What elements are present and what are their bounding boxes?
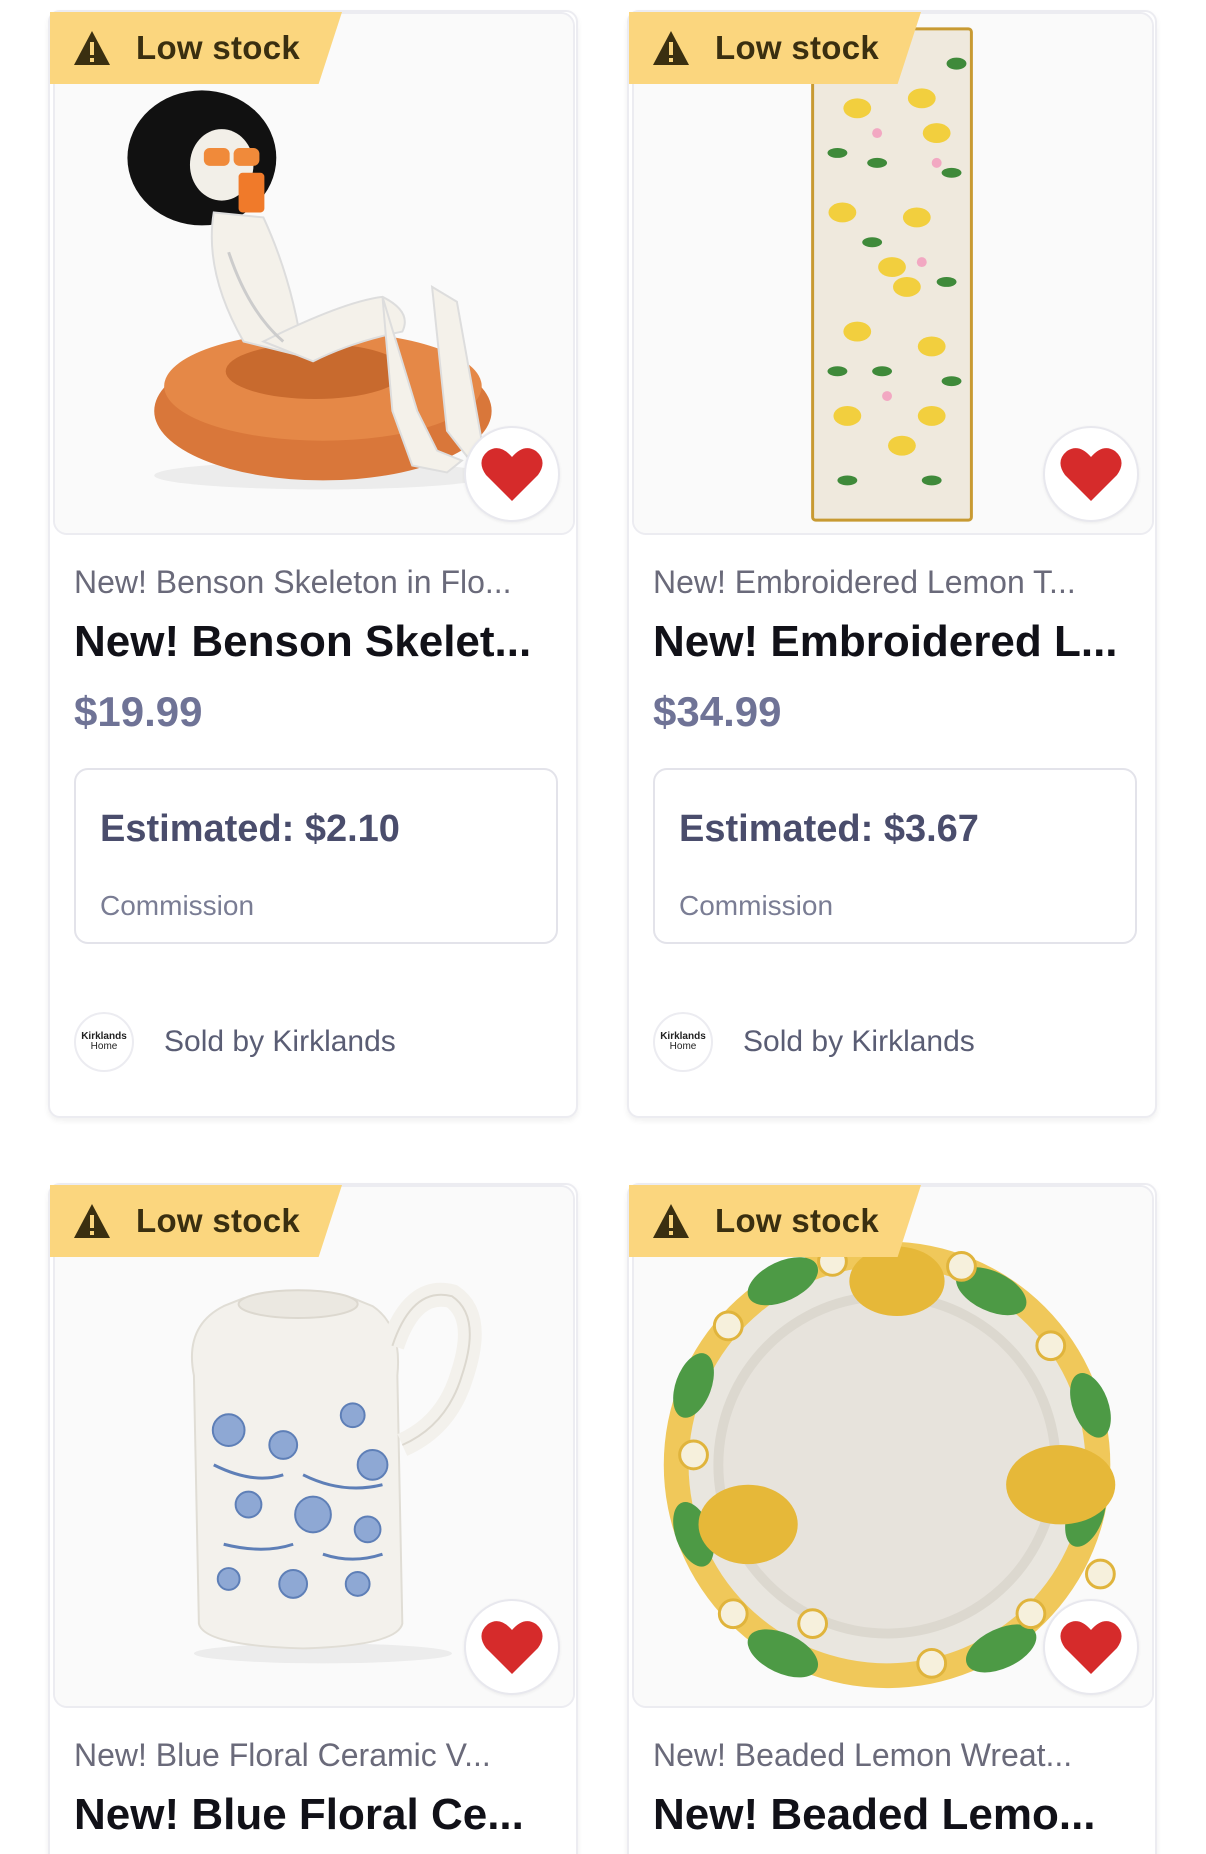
- low-stock-badge: Low stock: [50, 12, 342, 84]
- seller-name: Sold by Kirklands: [743, 1025, 975, 1058]
- warning-triangle-icon: [653, 1204, 689, 1238]
- warning-triangle-icon: [653, 31, 689, 65]
- low-stock-label: Low stock: [715, 1202, 880, 1239]
- seller-name: Sold by Kirklands: [164, 1025, 396, 1058]
- product-card[interactable]: Low stock New! Blue Floral Ceramic V... …: [48, 1183, 578, 1854]
- warning-triangle-icon: [74, 1204, 110, 1238]
- product-card[interactable]: Low stock New! Benson Skeleton in Flo...…: [48, 10, 578, 1118]
- heart-icon: [1060, 448, 1122, 501]
- favorite-button[interactable]: [464, 426, 560, 522]
- heart-icon: [481, 448, 543, 501]
- estimated-commission: Estimated: $2.10: [100, 808, 400, 850]
- low-stock-badge: Low stock: [50, 1185, 342, 1257]
- low-stock-label: Low stock: [136, 29, 301, 66]
- seller-row[interactable]: Kirklands Home Sold by Kirklands: [74, 1012, 396, 1072]
- heart-icon: [481, 1621, 543, 1674]
- commission-box: Estimated: $2.10 Commission: [74, 768, 558, 944]
- commission-label: Commission: [100, 890, 255, 921]
- seller-row[interactable]: Kirklands Home Sold by Kirklands: [653, 1012, 975, 1072]
- product-subtitle: New! Beaded Lemon Wreat...: [653, 1737, 1073, 1773]
- product-title[interactable]: New! Beaded Lemo...: [653, 1790, 1096, 1840]
- product-card[interactable]: Low stock New! Embroidered Lemon T... Ne…: [627, 10, 1157, 1118]
- warning-triangle-icon: [74, 31, 110, 65]
- favorite-button[interactable]: [1043, 1599, 1139, 1695]
- favorite-button[interactable]: [464, 1599, 560, 1695]
- low-stock-badge: Low stock: [629, 12, 921, 84]
- estimated-commission: Estimated: $3.67: [679, 808, 979, 850]
- favorite-button[interactable]: [1043, 426, 1139, 522]
- product-title[interactable]: New! Embroidered L...: [653, 617, 1118, 667]
- product-price: $19.99: [74, 688, 203, 735]
- seller-logo: Kirklands Home: [653, 1012, 713, 1072]
- product-title[interactable]: New! Blue Floral Ce...: [74, 1790, 524, 1840]
- product-subtitle: New! Embroidered Lemon T...: [653, 564, 1076, 600]
- commission-box: Estimated: $3.67 Commission: [653, 768, 1137, 944]
- product-subtitle: New! Benson Skeleton in Flo...: [74, 564, 512, 600]
- product-subtitle: New! Blue Floral Ceramic V...: [74, 1737, 491, 1773]
- product-price: $34.99: [653, 688, 782, 735]
- low-stock-label: Low stock: [136, 1202, 301, 1239]
- commission-label: Commission: [679, 890, 834, 921]
- heart-icon: [1060, 1621, 1122, 1674]
- low-stock-label: Low stock: [715, 29, 880, 66]
- seller-logo: Kirklands Home: [74, 1012, 134, 1072]
- low-stock-badge: Low stock: [629, 1185, 921, 1257]
- product-title[interactable]: New! Benson Skelet...: [74, 617, 531, 667]
- product-card[interactable]: Low stock New! Beaded Lemon Wreat... New…: [627, 1183, 1157, 1854]
